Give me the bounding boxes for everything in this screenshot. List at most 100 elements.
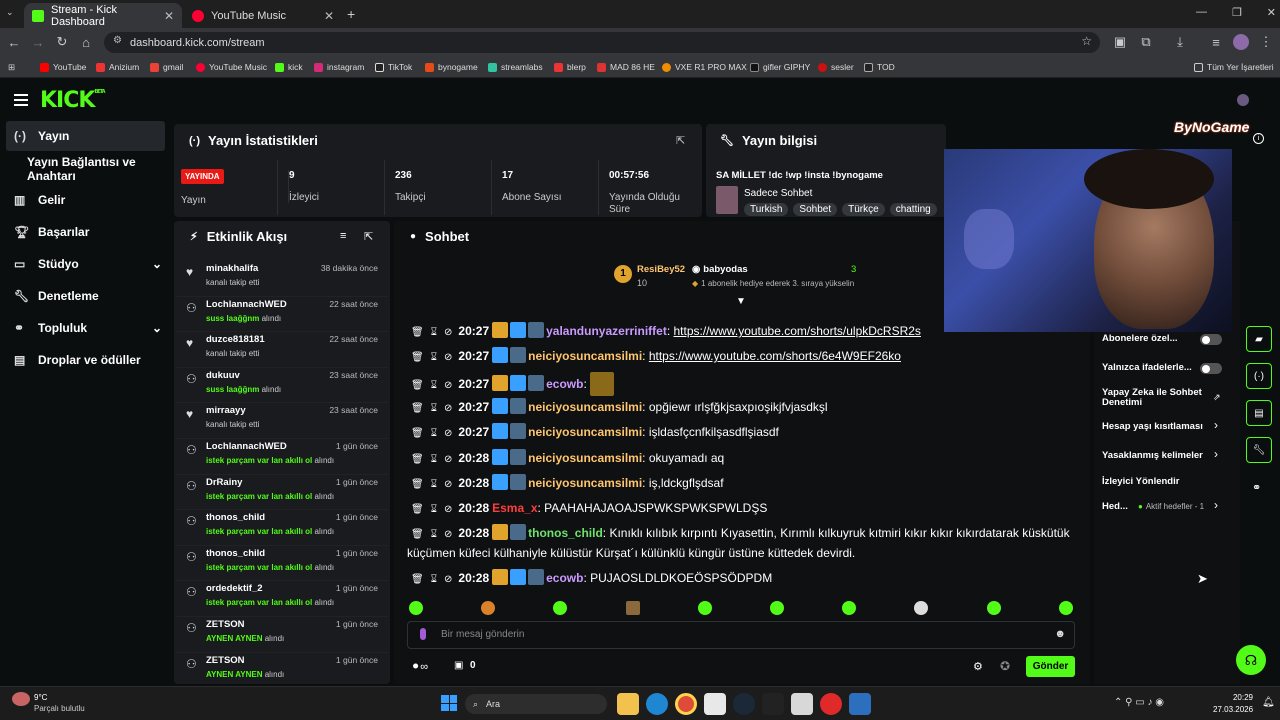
info-icon[interactable]: i xyxy=(1253,133,1264,144)
bookmark-star-icon[interactable]: ☆ xyxy=(1081,34,1092,48)
user-avatar[interactable] xyxy=(1237,94,1249,106)
forward-icon[interactable]: → xyxy=(28,32,48,52)
activity-item[interactable]: ⚇ ZETSON AYNEN AYNEN alındı 1 gün önce xyxy=(176,617,388,653)
sidebar-item-yayin[interactable]: (·) Yayın xyxy=(6,121,165,151)
delete-icon[interactable]: 🗑︎ xyxy=(411,454,424,465)
weather-temp[interactable]: 9°C xyxy=(34,693,47,702)
close-window-icon[interactable]: ✕ xyxy=(1267,6,1276,19)
steam-icon[interactable] xyxy=(733,693,755,715)
reload-icon[interactable]: ↻ xyxy=(52,32,72,52)
mod-tools-icon[interactable]: ✪ xyxy=(1000,659,1010,673)
timeout-icon[interactable]: ⌛︎ xyxy=(431,454,437,465)
ban-icon[interactable]: ⊘ xyxy=(444,454,452,465)
emote-icon[interactable] xyxy=(770,601,784,615)
chevron-right-icon[interactable]: › xyxy=(1214,498,1218,512)
ban-icon[interactable]: ⊘ xyxy=(444,428,452,439)
external-link-icon[interactable]: ⇗ xyxy=(1213,392,1221,403)
sidebar-item-studyo[interactable]: ▭ Stüdyo ⌄ xyxy=(0,249,162,279)
sidebar-item-gelir[interactable]: ▥ Gelir xyxy=(0,185,170,215)
wrench-rail-icon[interactable]: 🔧︎ xyxy=(1246,437,1272,463)
activity-user[interactable]: duzce818181 xyxy=(206,334,265,345)
bookmark-youtube-music[interactable]: YouTube Music xyxy=(196,56,267,78)
emote-icon[interactable] xyxy=(914,601,928,615)
chrome-icon[interactable] xyxy=(675,693,697,715)
weather-desc[interactable]: Parçalı bulutlu xyxy=(34,704,85,713)
activity-item[interactable]: ⚇ ZETSON AYNEN AYNEN alındı 1 gün önce xyxy=(176,653,388,689)
ban-icon[interactable]: ⊘ xyxy=(444,504,452,515)
setting-ai-moderation[interactable]: Yapay Zeka ile Sohbet Denetimi xyxy=(1102,388,1212,408)
emote-icon[interactable] xyxy=(626,601,640,615)
site-info-icon[interactable]: ⚙ xyxy=(113,35,122,46)
bookmark-youtube[interactable]: YouTube xyxy=(40,56,86,78)
bookmark-anizium[interactable]: Anizium xyxy=(96,56,139,78)
clock-date[interactable]: 27.03.2026 xyxy=(1213,705,1253,714)
ban-icon[interactable]: ⊘ xyxy=(444,380,452,391)
setting-banned-words[interactable]: Yasaklanmış kelimeler xyxy=(1102,450,1203,461)
sidebar-item-basarilar[interactable]: 🏆︎ Başarılar xyxy=(0,217,170,247)
chat-rail-icon[interactable]: ▰ xyxy=(1246,326,1272,352)
ban-icon[interactable]: ⊘ xyxy=(444,529,452,540)
store-icon[interactable] xyxy=(704,693,726,715)
activity-item[interactable]: ⚇ ordedektif_2 istek parçam var lan akıllı… xyxy=(176,581,388,617)
chat-link[interactable]: https://www.youtube.com/shorts/6e4W9EF26… xyxy=(649,349,901,363)
send-button[interactable]: Gönder xyxy=(1026,656,1075,677)
timeout-icon[interactable]: ⌛︎ xyxy=(431,504,437,515)
bookmark-giphy[interactable]: gifler GIPHY xyxy=(750,56,810,78)
chat-username[interactable]: ecowb xyxy=(546,571,583,585)
emote-icon[interactable] xyxy=(842,601,856,615)
ban-icon[interactable]: ⊘ xyxy=(444,352,452,363)
activity-item[interactable]: ⚇ thonos_child istek parçam var lan akıllı… xyxy=(176,510,388,546)
activity-item[interactable]: ⚇ LochlannachWED suss laağğnm alındı 22 saa… xyxy=(176,297,388,333)
activity-user[interactable]: LochlannachWED xyxy=(206,299,287,310)
setting-raid[interactable]: İzleyici Yönlendir xyxy=(1102,476,1179,487)
activity-item[interactable]: ⚇ DrRainy istek parçam var lan akıllı ol a… xyxy=(176,475,388,511)
activity-item[interactable]: ⚇ dukuuv suss laağğnm alındı 23 saat önce xyxy=(176,368,388,404)
activity-user[interactable]: minakhalifa xyxy=(206,263,258,274)
support-headset-icon[interactable]: ☊ xyxy=(1236,645,1266,675)
home-icon[interactable]: ⌂ xyxy=(76,32,96,52)
chevron-right-icon[interactable]: › xyxy=(1214,447,1218,461)
delete-icon[interactable]: 🗑︎ xyxy=(411,380,424,391)
ban-icon[interactable]: ⊘ xyxy=(444,403,452,414)
bookmark-sesler[interactable]: sesler xyxy=(818,56,854,78)
tag[interactable]: Turkish xyxy=(744,203,789,216)
kick-logo[interactable]: KICKBETA xyxy=(40,88,106,113)
tray-icons[interactable]: ⌃ ⚲ ▭ ♪ ◉ xyxy=(1114,697,1164,708)
sidebar-item-stream-key[interactable]: Yayın Bağlantısı ve Anahtarı xyxy=(0,154,170,184)
chat-username[interactable]: neiciyosuncamsilmi xyxy=(528,400,642,414)
timeout-icon[interactable]: ⌛︎ xyxy=(431,529,437,540)
activity-user[interactable]: mirraayy xyxy=(206,405,246,416)
activity-item[interactable]: ♥ mirraayy kanalı takip etti 23 saat önce xyxy=(176,403,388,439)
chat-username[interactable]: neiciyosuncamsilmi xyxy=(528,349,642,363)
chat-link[interactable]: https://www.youtube.com/shorts/ulpkDcRSR… xyxy=(674,324,921,338)
bookmark-gmail[interactable]: gmail xyxy=(150,56,183,78)
chat-username[interactable]: Esma_x xyxy=(492,501,537,515)
address-bar[interactable]: ⚙ dashboard.kick.com/stream ☆ xyxy=(104,32,1100,53)
bookmark-tiktok[interactable]: TikTok xyxy=(375,56,412,78)
menu-dots-icon[interactable]: ⋮ xyxy=(1256,32,1276,52)
bookmark-instagram[interactable]: instagram xyxy=(314,56,364,78)
timeout-icon[interactable]: ⌛︎ xyxy=(431,352,437,363)
tab-kick-dashboard[interactable]: Stream - Kick Dashboard ✕ xyxy=(24,3,182,28)
chat-input[interactable]: Bir mesaj gönderin ☻ xyxy=(407,621,1075,649)
delete-icon[interactable]: 🗑︎ xyxy=(411,504,424,515)
ban-icon[interactable]: ⊘ xyxy=(444,574,452,585)
epic-games-icon[interactable] xyxy=(762,693,784,715)
delete-icon[interactable]: 🗑︎ xyxy=(411,403,424,414)
chat-username[interactable]: neiciyosuncamsilmi xyxy=(528,425,642,439)
bookmark-bynogame[interactable]: bynogame xyxy=(425,56,478,78)
sidebar-item-topluluk[interactable]: ⚭ Topluluk ⌄ xyxy=(0,313,162,343)
activity-user[interactable]: DrRainy xyxy=(206,477,242,488)
subscribers-only-toggle[interactable] xyxy=(1200,334,1222,345)
tab-youtube-music[interactable]: YouTube Music ✕ xyxy=(184,3,342,28)
delete-icon[interactable]: 🗑︎ xyxy=(411,479,424,490)
ban-icon[interactable]: ⊘ xyxy=(444,479,452,490)
chat-username[interactable]: ecowb xyxy=(546,377,583,391)
tag[interactable]: Sohbet xyxy=(793,203,838,216)
emote-icon[interactable] xyxy=(481,601,495,615)
expand-icon[interactable]: ▼ xyxy=(736,296,746,307)
activity-item[interactable]: ⚇ thonos_child istek parçam var lan akıllı… xyxy=(176,546,388,582)
activity-user[interactable]: ZETSON xyxy=(206,619,245,630)
emote-icon[interactable] xyxy=(698,601,712,615)
chat-username[interactable]: neiciyosuncamsilmi xyxy=(528,476,642,490)
